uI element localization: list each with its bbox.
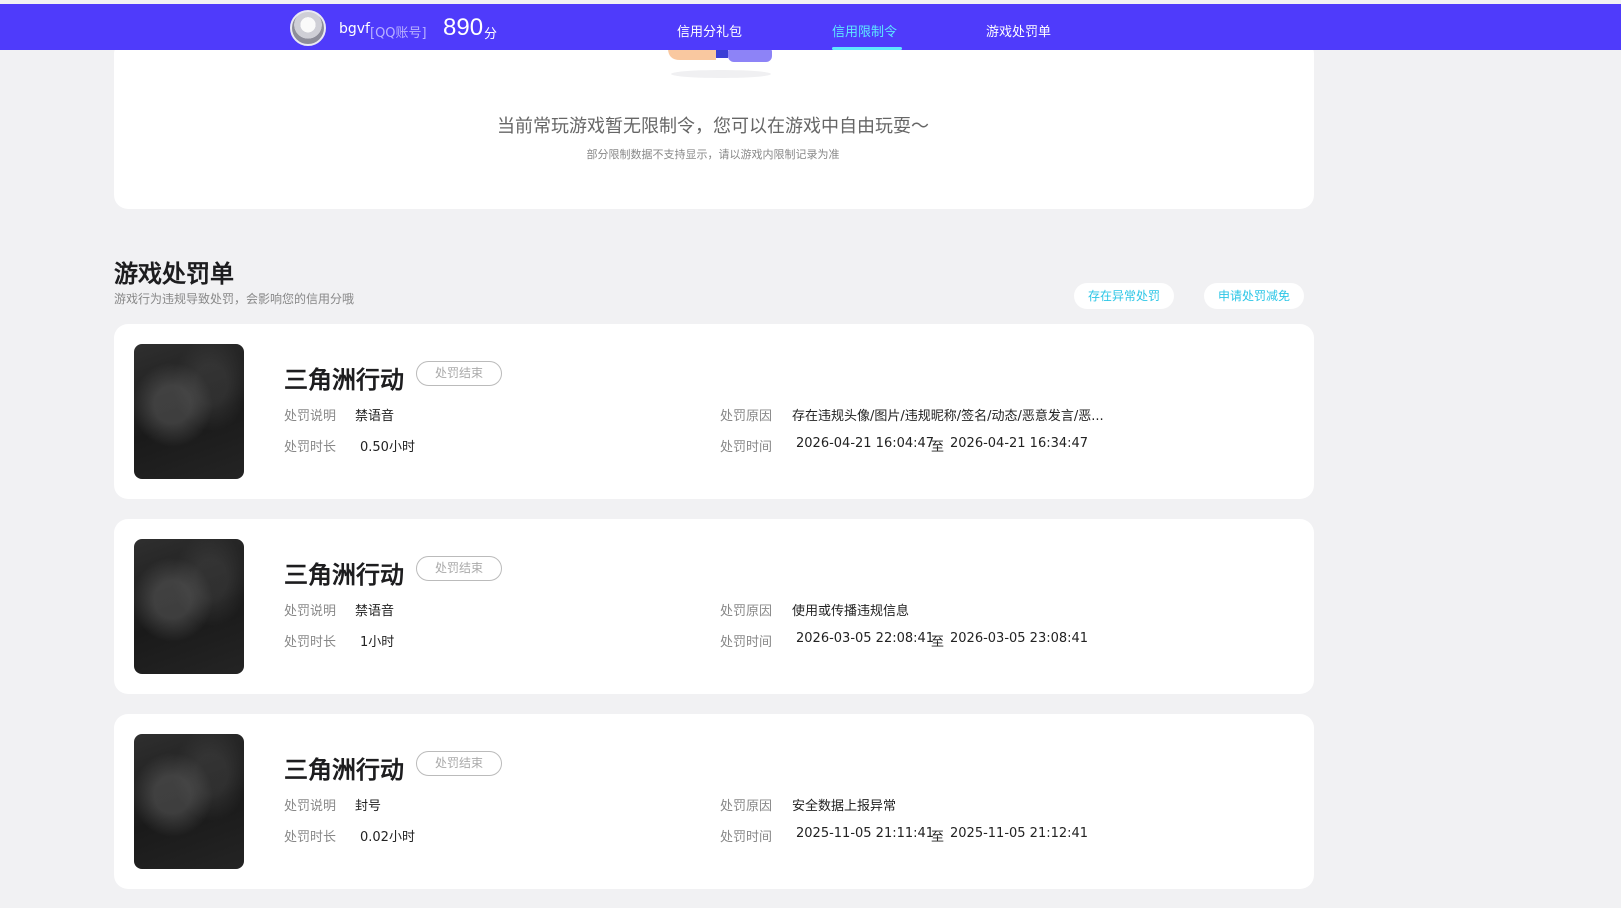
- penalty-reason-value: 使用或传播违规信息: [792, 604, 910, 619]
- penalty-desc-value: 禁语音: [355, 409, 395, 424]
- penalty-section-subtitle: 游戏行为违规导致处罚，会影响您的信用分哦: [114, 292, 355, 306]
- penalty-time-separator: 至: [931, 440, 945, 455]
- penalty-desc-label: 处罚说明: [284, 409, 337, 424]
- abnormal-penalty-button[interactable]: 存在异常处罚: [1074, 283, 1175, 309]
- tab-game-penalty[interactable]: 游戏处罚单: [986, 21, 1051, 40]
- account-type: [QQ账号]: [370, 26, 427, 41]
- penalty-duration-value: 1小时: [360, 635, 395, 650]
- top-nav-bar: bgvf [QQ账号] 890 分 信用分礼包 信用限制令 游戏处罚单: [0, 4, 1621, 50]
- penalty-duration-value: 0.02小时: [360, 830, 415, 845]
- penalty-end-time: 2025-11-05 21:12:41: [950, 826, 1089, 841]
- penalty-start-time: 2025-11-05 21:11:41: [796, 826, 935, 841]
- penalty-reason-value: 存在违规头像/图片/违规昵称/签名/动态/恶意发言/恶...: [792, 409, 1104, 424]
- penalty-end-time: 2026-03-05 23:08:41: [950, 631, 1089, 646]
- tab-credit-restriction[interactable]: 信用限制令: [832, 21, 897, 40]
- game-name: 三角洲行动: [284, 561, 404, 589]
- user-avatar[interactable]: [290, 10, 326, 46]
- penalty-desc-label: 处罚说明: [284, 604, 337, 619]
- penalty-time-label: 处罚时间: [720, 635, 773, 650]
- penalty-start-time: 2026-03-05 22:08:41: [796, 631, 935, 646]
- penalty-duration-label: 处罚时长: [284, 830, 337, 845]
- penalty-time-label: 处罚时间: [720, 440, 773, 455]
- penalty-duration-value: 0.50小时: [360, 440, 415, 455]
- game-name: 三角洲行动: [284, 756, 404, 784]
- game-cover-image: [134, 734, 244, 869]
- game-name: 三角洲行动: [284, 366, 404, 394]
- status-badge: 处罚结束: [416, 556, 502, 581]
- penalty-reason-value: 安全数据上报异常: [792, 799, 897, 814]
- penalty-reason-label: 处罚原因: [720, 604, 773, 619]
- penalty-reason-label: 处罚原因: [720, 409, 773, 424]
- penalty-record: 三角洲行动 处罚结束 处罚说明 禁语音 处罚时长 0.50小时 处罚原因 存在违…: [114, 324, 1314, 499]
- active-tab-indicator: [832, 47, 902, 50]
- game-cover-image: [134, 344, 244, 479]
- penalty-duration-label: 处罚时长: [284, 440, 337, 455]
- apply-penalty-reduction-button[interactable]: 申请处罚减免: [1204, 283, 1305, 309]
- status-badge: 处罚结束: [416, 361, 502, 386]
- penalty-reason-label: 处罚原因: [720, 799, 773, 814]
- penalty-time-label: 处罚时间: [720, 830, 773, 845]
- username: bgvf: [339, 21, 370, 37]
- restriction-data-note: 部分限制数据不支持显示，请以游戏内限制记录为准: [586, 148, 840, 161]
- penalty-desc-value: 封号: [355, 799, 382, 814]
- empty-restriction-message: 当前常玩游戏暂无限制令，您可以在游戏中自由玩耍～: [497, 116, 929, 137]
- penalty-time-separator: 至: [931, 830, 945, 845]
- penalty-record: 三角洲行动 处罚结束 处罚说明 封号 处罚时长 0.02小时 处罚原因 安全数据…: [114, 714, 1314, 889]
- status-badge: 处罚结束: [416, 751, 502, 776]
- penalty-desc-label: 处罚说明: [284, 799, 337, 814]
- penalty-record: 三角洲行动 处罚结束 处罚说明 禁语音 处罚时长 1小时 处罚原因 使用或传播违…: [114, 519, 1314, 694]
- penalty-start-time: 2026-04-21 16:04:47: [796, 436, 935, 451]
- credit-score: 890: [443, 14, 484, 41]
- tab-credit-gift[interactable]: 信用分礼包: [677, 21, 742, 40]
- penalty-time-separator: 至: [931, 635, 945, 650]
- page-bottom-spacer: [0, 892, 1621, 908]
- penalty-end-time: 2026-04-21 16:34:47: [950, 436, 1089, 451]
- penalty-duration-label: 处罚时长: [284, 635, 337, 650]
- penalty-desc-value: 禁语音: [355, 604, 395, 619]
- game-cover-image: [134, 539, 244, 674]
- penalty-section-title: 游戏处罚单: [114, 260, 234, 288]
- credit-score-unit: 分: [484, 27, 498, 42]
